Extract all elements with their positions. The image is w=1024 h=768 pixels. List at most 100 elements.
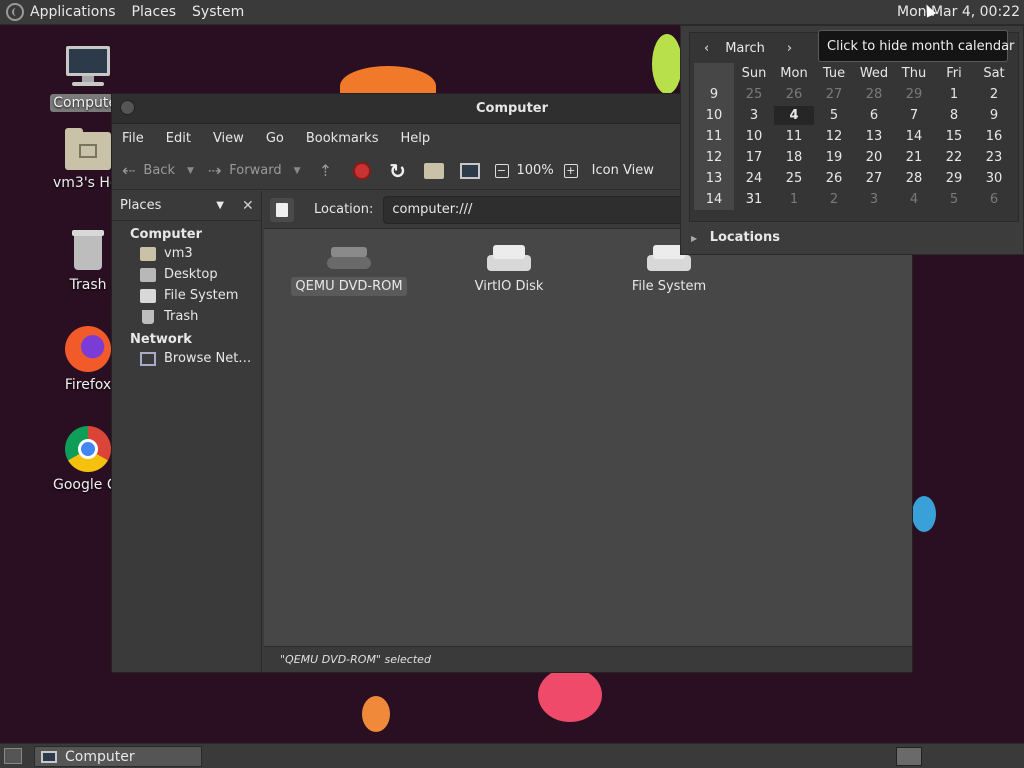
calendar-day[interactable]: 9 bbox=[974, 108, 1014, 123]
computer-icon bbox=[459, 162, 480, 179]
sidebar-item-vm3[interactable]: vm3 bbox=[112, 242, 261, 263]
calendar-day[interactable]: 14 bbox=[894, 129, 934, 144]
calendar-day[interactable]: 13 bbox=[854, 129, 894, 144]
back-button[interactable]: ⇠ Back ▼ bbox=[122, 161, 194, 180]
calendar-day[interactable]: 26 bbox=[774, 87, 814, 102]
calendar-day[interactable]: 1 bbox=[934, 87, 974, 102]
sidebar-type-select[interactable]: Places ▼ bbox=[120, 194, 230, 218]
chevron-down-icon[interactable]: ▼ bbox=[187, 166, 194, 176]
calendar-day[interactable]: 6 bbox=[854, 108, 894, 123]
calendar-day[interactable]: 12 bbox=[814, 129, 854, 144]
calendar-week-number: 11 bbox=[694, 126, 734, 147]
weekday-label: Sat bbox=[983, 66, 1005, 81]
computer-button[interactable] bbox=[459, 160, 481, 182]
view-mode-label: Icon View bbox=[591, 163, 654, 178]
calendar-day[interactable]: 16 bbox=[974, 129, 1014, 144]
calendar-day[interactable]: 27 bbox=[854, 171, 894, 186]
locations-expander[interactable]: ▶ Locations bbox=[691, 230, 780, 245]
taskbar-window-button[interactable]: Computer bbox=[34, 746, 202, 767]
workspace-switcher[interactable] bbox=[896, 747, 922, 766]
bottom-panel: Computer bbox=[0, 743, 1024, 768]
calendar-day[interactable]: 4 bbox=[894, 192, 934, 207]
calendar-day[interactable]: 31 bbox=[734, 192, 774, 207]
location-toggle-button[interactable] bbox=[270, 197, 294, 222]
calendar-day[interactable]: 15 bbox=[934, 129, 974, 144]
menu-view[interactable]: View bbox=[213, 131, 244, 146]
zoom-in-icon[interactable]: + bbox=[563, 163, 578, 178]
calendar-week-number: 10 bbox=[694, 105, 734, 126]
zoom-out-icon[interactable]: − bbox=[494, 163, 509, 178]
prev-month-icon[interactable]: ‹ bbox=[704, 41, 709, 56]
clock[interactable]: Mon Mar 4, 00:22 bbox=[889, 0, 1020, 25]
calendar-week-row: 11 10 11 12 13 14 15 16 bbox=[694, 126, 1014, 147]
calendar-month: March bbox=[725, 40, 765, 56]
up-button[interactable]: ⇡ bbox=[315, 160, 337, 182]
sidebar-item-label: Desktop bbox=[164, 267, 218, 282]
calendar-day[interactable]: 4 bbox=[774, 106, 814, 125]
calendar-day[interactable]: 25 bbox=[774, 171, 814, 186]
applications-menu[interactable]: Applications bbox=[30, 4, 116, 20]
calendar-day[interactable]: 29 bbox=[894, 87, 934, 102]
calendar-day[interactable]: 1 bbox=[774, 192, 814, 207]
calendar-day[interactable]: 25 bbox=[734, 87, 774, 102]
menu-edit[interactable]: Edit bbox=[166, 131, 191, 146]
close-icon[interactable]: ✕ bbox=[242, 198, 254, 214]
reload-button[interactable]: ↻ bbox=[387, 159, 409, 183]
file-item-virtio-disk[interactable]: VirtIO Disk bbox=[444, 243, 574, 296]
calendar-day[interactable]: 17 bbox=[734, 150, 774, 165]
calendar-day[interactable]: 26 bbox=[814, 171, 854, 186]
sidebar-item-desktop[interactable]: Desktop bbox=[112, 263, 261, 284]
calendar-day[interactable]: 24 bbox=[734, 171, 774, 186]
sidebar-item-trash[interactable]: Trash bbox=[112, 305, 261, 326]
wallpaper-blob bbox=[538, 668, 602, 722]
calendar-day[interactable]: 18 bbox=[774, 150, 814, 165]
sidebar-item-browse-network[interactable]: Browse Net… bbox=[112, 347, 261, 368]
calendar-day[interactable]: 30 bbox=[974, 171, 1014, 186]
forward-button[interactable]: ⇢ Forward ▼ bbox=[208, 161, 301, 180]
menu-file[interactable]: File bbox=[122, 131, 144, 146]
calendar-day[interactable]: 20 bbox=[854, 150, 894, 165]
calendar-day[interactable]: 23 bbox=[974, 150, 1014, 165]
calendar-day[interactable]: 7 bbox=[894, 108, 934, 123]
home-icon bbox=[423, 162, 444, 179]
calendar-day[interactable]: 22 bbox=[934, 150, 974, 165]
sidebar-type-label: Places bbox=[120, 198, 162, 213]
calendar-day[interactable]: 28 bbox=[854, 87, 894, 102]
zoom-control[interactable]: − 100% + bbox=[494, 163, 578, 178]
calendar-day[interactable]: 21 bbox=[894, 150, 934, 165]
calendar-day[interactable]: 19 bbox=[814, 150, 854, 165]
weekday-label: Sun bbox=[741, 66, 767, 81]
stop-icon bbox=[352, 161, 371, 180]
view-mode-select[interactable]: Icon View bbox=[592, 163, 654, 178]
calendar-day[interactable]: 5 bbox=[814, 108, 854, 123]
forward-arrow-icon: ⇢ bbox=[207, 161, 222, 180]
calendar-day[interactable]: 27 bbox=[814, 87, 854, 102]
menu-bookmarks[interactable]: Bookmarks bbox=[306, 131, 379, 146]
menu-go[interactable]: Go bbox=[266, 131, 284, 146]
calendar-day[interactable]: 6 bbox=[974, 192, 1014, 207]
distro-logo-icon[interactable] bbox=[6, 3, 24, 21]
next-month-icon[interactable]: › bbox=[787, 41, 792, 56]
sidebar-header: Places ▼ ✕ bbox=[112, 191, 261, 221]
system-menu[interactable]: System bbox=[192, 4, 244, 20]
show-desktop-icon[interactable] bbox=[4, 748, 22, 764]
calendar-day[interactable]: 3 bbox=[854, 192, 894, 207]
calendar-day[interactable]: 11 bbox=[774, 129, 814, 144]
calendar-day[interactable]: 2 bbox=[974, 87, 1014, 102]
calendar-day[interactable]: 3 bbox=[734, 108, 774, 123]
calendar-day[interactable]: 10 bbox=[734, 129, 774, 144]
calendar-day[interactable]: 29 bbox=[934, 171, 974, 186]
places-menu[interactable]: Places bbox=[132, 4, 177, 20]
weekday-label: Fri bbox=[946, 66, 962, 81]
stop-button[interactable] bbox=[351, 160, 373, 182]
calendar-day[interactable]: 5 bbox=[934, 192, 974, 207]
zoom-level: 100% bbox=[516, 163, 554, 178]
calendar-day[interactable]: 2 bbox=[814, 192, 854, 207]
chevron-down-icon[interactable]: ▼ bbox=[294, 166, 301, 176]
file-item-dvd-rom[interactable]: QEMU DVD-ROM bbox=[284, 243, 414, 296]
home-button[interactable] bbox=[423, 160, 445, 182]
calendar-day[interactable]: 28 bbox=[894, 171, 934, 186]
sidebar-item-file-system[interactable]: File System bbox=[112, 284, 261, 305]
menu-help[interactable]: Help bbox=[400, 131, 430, 146]
calendar-day[interactable]: 8 bbox=[934, 108, 974, 123]
